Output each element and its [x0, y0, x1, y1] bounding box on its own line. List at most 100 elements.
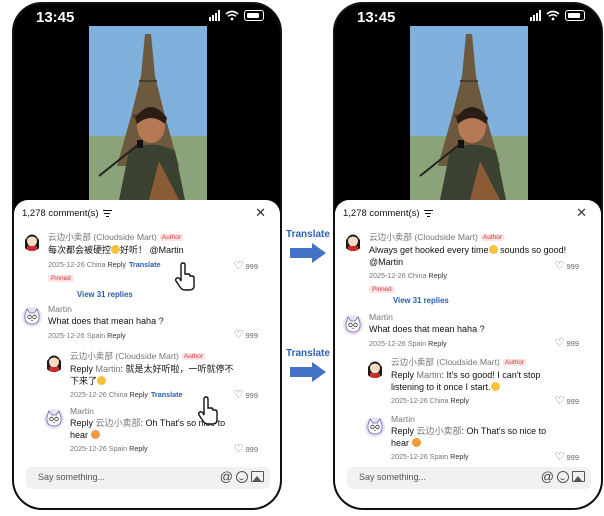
comment-username[interactable]: 云边小卖部 (Cloudside Mart) — [48, 232, 157, 242]
comment-date: 2025-12-26 China — [70, 390, 128, 399]
reply-button[interactable]: Reply — [429, 271, 447, 280]
comment-count: 1,278 comment(s) — [22, 208, 99, 219]
reply-item: Martin Reply 云边小卖部: Oh That's so nice to… — [44, 406, 276, 456]
signal-icon — [530, 10, 541, 21]
avatar[interactable] — [343, 315, 363, 335]
like-button[interactable]: ♡ 999 — [555, 452, 579, 463]
heart-eyes-emoji-icon — [411, 437, 421, 447]
comment-text: : 就是太好听啦，一听就停不 — [120, 364, 234, 374]
comment-input[interactable]: Say something... @ — [26, 467, 270, 489]
comment-date: 2025-12-26 China — [369, 271, 427, 280]
pinned-badge: Pinned — [369, 286, 395, 293]
comment-username[interactable]: Martin — [48, 304, 164, 314]
translate-button[interactable]: Translate — [129, 260, 161, 269]
author-badge: Author — [480, 234, 505, 241]
avatar[interactable] — [44, 352, 64, 372]
battery-icon — [244, 10, 264, 21]
close-icon[interactable]: ✕ — [576, 206, 587, 219]
like-button[interactable]: ♡ 999 — [234, 444, 258, 455]
like-count: 999 — [245, 331, 258, 340]
reply-to-user[interactable]: 云边小卖部 — [417, 426, 462, 436]
comment-input[interactable]: Say something... @ — [347, 467, 591, 489]
image-upload-icon[interactable] — [251, 471, 264, 482]
like-button[interactable]: ♡ 999 — [234, 330, 258, 341]
like-count: 999 — [566, 339, 579, 348]
mention-icon[interactable]: @ — [220, 470, 233, 483]
view-replies-link[interactable]: View 31 replies — [393, 296, 449, 305]
comment-text: : Oh That's so nice to — [461, 426, 547, 436]
like-button[interactable]: ♡ 999 — [555, 396, 579, 407]
mention-icon[interactable]: @ — [541, 470, 554, 483]
reply-button[interactable]: Reply — [129, 444, 147, 453]
like-count: 999 — [566, 262, 579, 271]
heart-icon: ♡ — [233, 260, 244, 272]
like-button[interactable]: ♡ 999 — [234, 261, 258, 272]
comment-username[interactable]: 云边小卖部 (Cloudside Mart) — [70, 351, 179, 361]
comment-username[interactable]: Martin — [391, 414, 571, 424]
reply-button[interactable]: Reply — [451, 396, 469, 405]
sort-icon[interactable] — [423, 210, 433, 217]
pinned-badge: Pinned — [48, 274, 74, 282]
translate-arrow-bottom: Translate — [283, 348, 333, 383]
avatar[interactable] — [343, 231, 363, 251]
comment-mention[interactable]: @Martin — [369, 257, 403, 267]
reply-button[interactable]: Reply — [450, 452, 468, 461]
arrow-label: Translate — [286, 348, 330, 359]
right-arrow-icon — [290, 243, 326, 263]
smile-emoji-icon — [488, 245, 498, 254]
comment-username[interactable]: 云边小卖部 (Cloudside Mart) — [391, 357, 500, 367]
video-thumbnail[interactable] — [89, 26, 207, 200]
view-replies-link[interactable]: View 31 replies — [77, 290, 133, 299]
reply-button[interactable]: Reply — [428, 339, 446, 348]
author-badge: Author — [502, 359, 527, 366]
reply-item: Martin Reply 云边小卖部: Oh That's so nice to… — [365, 414, 597, 464]
like-count: 999 — [566, 453, 579, 462]
comment-date: 2025-12-26 China — [391, 396, 449, 405]
like-button[interactable]: ♡ 999 — [555, 338, 579, 349]
reply-to-user[interactable]: Martin — [96, 364, 121, 374]
video-thumbnail[interactable] — [410, 26, 528, 200]
arrow-label: Translate — [286, 229, 330, 240]
avatar[interactable] — [44, 409, 64, 429]
phone-screen-original: 13:45 1,278 comment(s) ✕ 云边小卖部 (Cloudsid… — [12, 2, 282, 510]
translate-button[interactable]: Translate — [151, 390, 183, 399]
like-button[interactable]: ♡ 999 — [555, 261, 579, 272]
comment-date: 2025-12-26 Spain — [48, 330, 106, 340]
emoji-picker-icon[interactable] — [236, 470, 248, 483]
author-badge: Author — [159, 234, 184, 241]
like-button[interactable]: ♡ 999 — [234, 390, 258, 401]
status-time: 13:45 — [36, 9, 75, 26]
comment-username[interactable]: Martin — [369, 312, 485, 322]
heart-icon: ♡ — [554, 260, 565, 272]
comment-text-cont: sounds so good! — [497, 245, 567, 255]
reply-button[interactable]: Reply — [108, 260, 126, 269]
avatar[interactable] — [22, 307, 42, 327]
comments-sheet: 1,278 comment(s) ✕ 云边小卖部 (Cloudside Mart… — [14, 200, 280, 508]
comment-text-cont: 下来了 — [70, 375, 98, 386]
emoji-picker-icon[interactable] — [557, 470, 569, 483]
avatar[interactable] — [365, 417, 385, 437]
reply-button[interactable]: Reply — [130, 390, 148, 399]
like-count: 999 — [245, 391, 258, 400]
status-bar: 13:45 — [14, 4, 280, 26]
author-badge: Author — [181, 353, 206, 360]
comments-sheet: 1,278 comment(s) ✕ 云边小卖部 (Cloudside Mart… — [335, 200, 601, 508]
reply-button[interactable]: Reply — [107, 331, 125, 340]
comment-date: 2025-12-26 China — [48, 259, 106, 269]
comment-text: 每次都会被硬控 — [48, 245, 112, 255]
comment-text-cont: 好听！ @Martin — [120, 245, 184, 255]
comment-text: Always get hooked every time — [369, 245, 489, 255]
battery-icon — [565, 10, 585, 21]
reply-to-user[interactable]: 云边小卖部 — [96, 418, 141, 428]
sort-icon[interactable] — [102, 210, 112, 217]
comment-username[interactable]: 云边小卖部 (Cloudside Mart) — [369, 232, 478, 242]
reply-to-user[interactable]: Martin — [417, 370, 442, 380]
reply-prefix: Reply — [391, 370, 417, 380]
avatar[interactable] — [365, 358, 385, 378]
avatar[interactable] — [22, 231, 42, 251]
comment-username[interactable]: Martin — [70, 406, 250, 416]
image-upload-icon[interactable] — [572, 471, 585, 482]
reply-item: 云边小卖部 (Cloudside Mart) Author Reply Marti… — [365, 356, 597, 408]
like-count: 999 — [566, 397, 579, 406]
close-icon[interactable]: ✕ — [255, 206, 266, 219]
